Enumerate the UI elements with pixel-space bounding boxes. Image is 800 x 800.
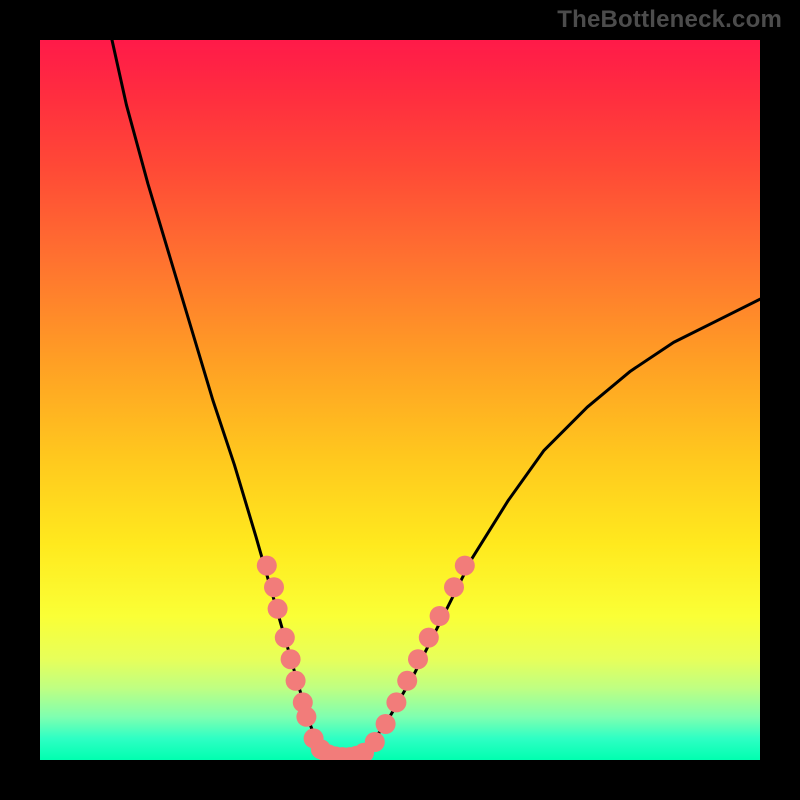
- curve-marker: [376, 714, 396, 734]
- bottleneck-curve: [112, 40, 760, 760]
- curve-marker: [408, 649, 428, 669]
- curve-marker: [268, 599, 288, 619]
- curve-path: [112, 40, 760, 760]
- curve-marker: [455, 556, 475, 576]
- curve-marker: [286, 671, 306, 691]
- curve-marker: [386, 692, 406, 712]
- curve-marker: [264, 577, 284, 597]
- curve-marker: [444, 577, 464, 597]
- curve-marker: [257, 556, 277, 576]
- curve-marker: [296, 707, 316, 727]
- curve-marker: [281, 649, 301, 669]
- curve-marker: [419, 628, 439, 648]
- curve-marker: [365, 732, 385, 752]
- curve-marker: [430, 606, 450, 626]
- curve-marker: [275, 628, 295, 648]
- curve-markers: [257, 556, 475, 760]
- watermark-text: TheBottleneck.com: [557, 6, 782, 34]
- plot-area: [40, 40, 760, 760]
- curve-layer: [40, 40, 760, 760]
- chart-frame: TheBottleneck.com: [0, 0, 800, 800]
- curve-marker: [397, 671, 417, 691]
